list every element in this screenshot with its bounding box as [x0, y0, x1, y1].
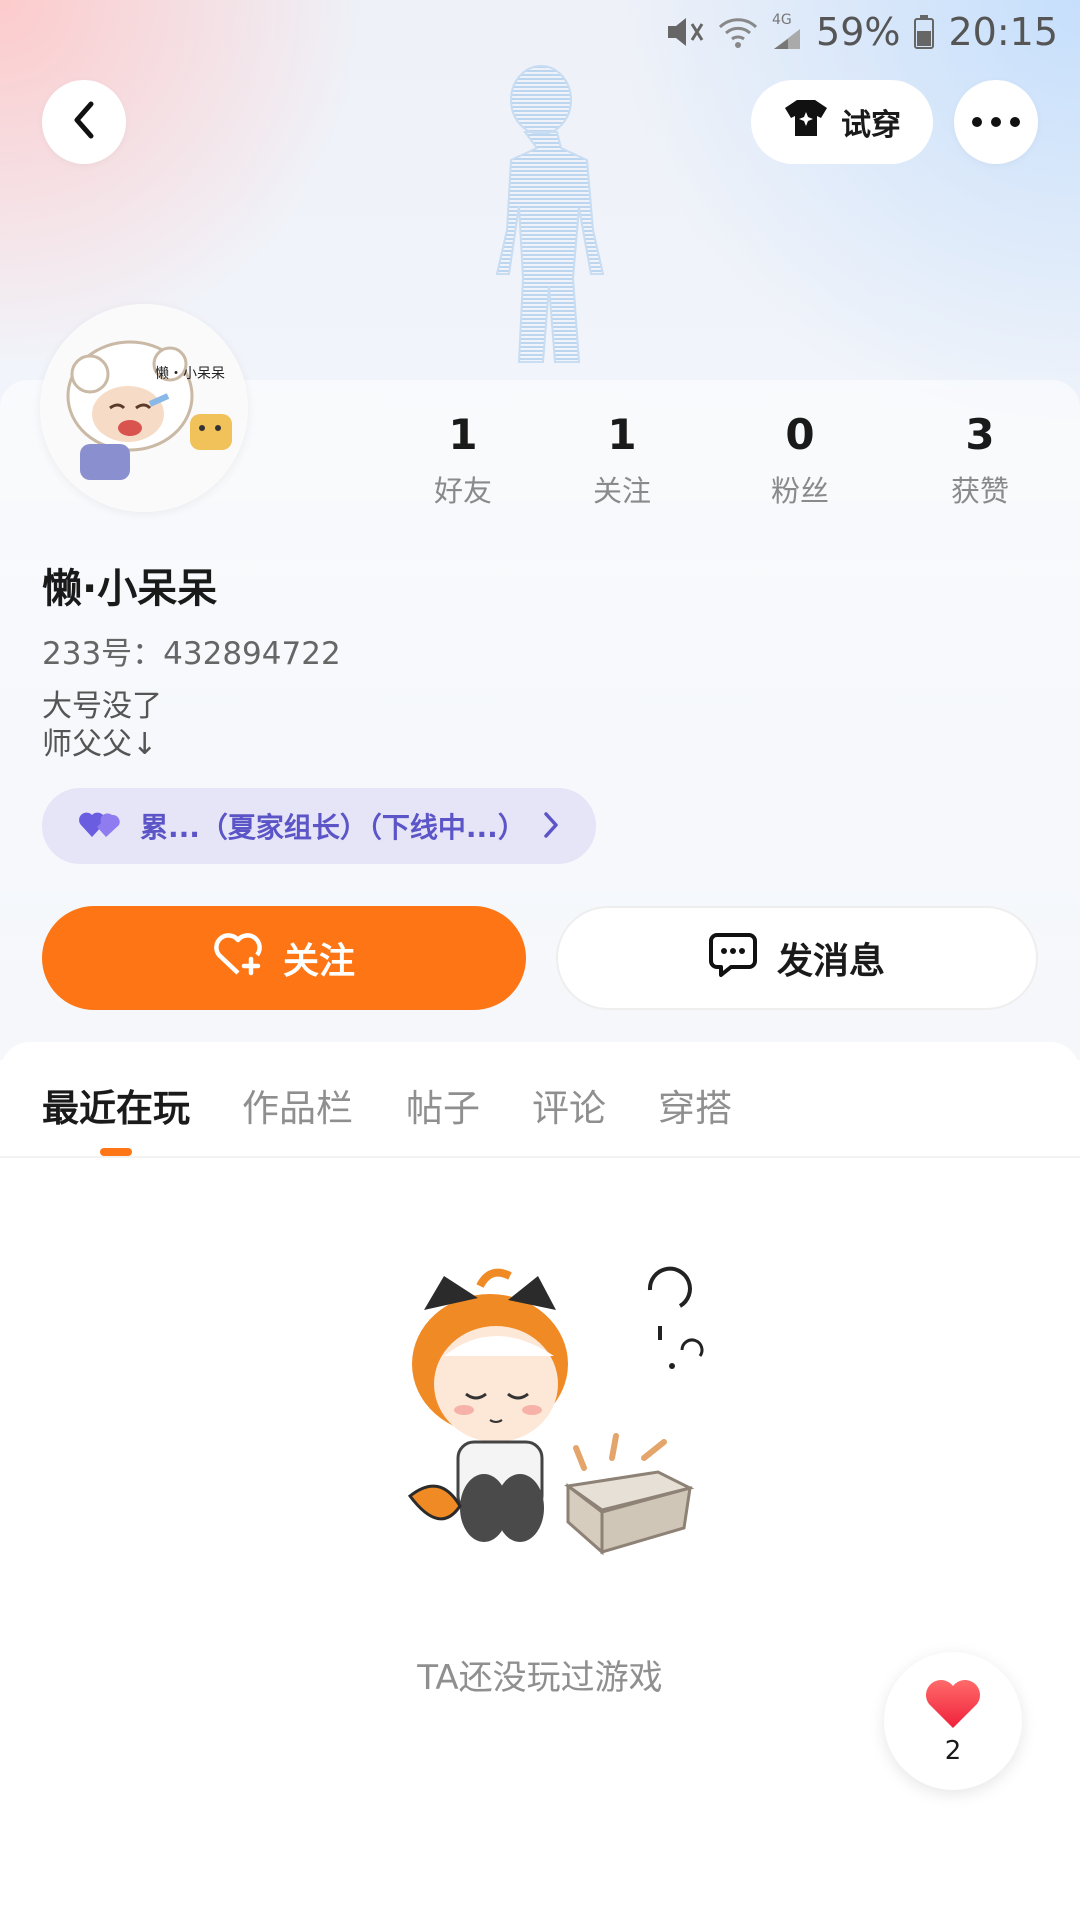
more-dots-icon [971, 113, 1021, 132]
network-type-label: 4G [772, 12, 792, 28]
heart-icon [923, 1676, 983, 1734]
avatar[interactable]: 懒・小呆呆 [40, 304, 248, 512]
stat-label: 粉丝 [770, 474, 829, 508]
tab-outfits[interactable]: 穿搭 [658, 1078, 732, 1132]
chevron-right-icon [542, 810, 560, 847]
tryon-button[interactable]: 试穿 [751, 80, 933, 164]
profile-tabs: 最近在玩 作品栏 帖子 评论 穿搭 [0, 1042, 1080, 1158]
bio-line: 师父父↓ [42, 727, 158, 762]
stat-likes[interactable]: 3 获赞 [920, 410, 1040, 510]
clock: 20:15 [948, 10, 1058, 54]
like-count: 2 [944, 1736, 962, 1766]
status-bar: 4G 59% 20:15 [664, 0, 1058, 64]
tab-works[interactable]: 作品栏 [242, 1078, 353, 1132]
stat-label: 关注 [592, 474, 651, 508]
stat-label: 好友 [433, 474, 492, 508]
stat-value: 0 [785, 410, 815, 459]
stat-value: 1 [607, 410, 637, 459]
battery-icon [914, 15, 935, 49]
stat-value: 1 [448, 410, 478, 459]
tab-recently-played[interactable]: 最近在玩 [42, 1078, 190, 1132]
chevron-left-icon [69, 100, 99, 144]
empty-state-illustration [380, 1246, 730, 1596]
like-floating-button[interactable]: 2 [884, 1652, 1022, 1790]
nickname: 懒·小呆呆 [42, 566, 218, 612]
cellular-signal-icon: 4G [772, 13, 802, 51]
relationship-chip[interactable]: 累...（夏家组长）（下线中...） [42, 788, 596, 864]
stat-fans[interactable]: 0 粉丝 [740, 410, 860, 510]
stat-value: 3 [965, 410, 995, 459]
user-id[interactable]: 233号：432894722 [42, 628, 341, 673]
send-message-button[interactable]: 发消息 [556, 906, 1038, 1010]
tshirt-sparkle-icon [783, 98, 829, 146]
double-heart-icon [78, 807, 122, 846]
stat-following[interactable]: 1 关注 [562, 410, 682, 510]
more-options-button[interactable] [954, 80, 1038, 164]
stat-friends[interactable]: 1 好友 [403, 410, 523, 510]
battery-percent: 59% [816, 10, 901, 54]
active-tab-indicator [100, 1148, 132, 1156]
tryon-label: 试穿 [841, 108, 901, 143]
bio: 大号没了 师父父↓ [42, 688, 162, 764]
back-button[interactable] [42, 80, 126, 164]
relationship-text: 累...（夏家组长）（下线中...） [140, 811, 526, 844]
stat-label: 获赞 [950, 474, 1009, 508]
mute-icon [664, 14, 704, 50]
tab-posts[interactable]: 帖子 [406, 1078, 480, 1132]
chat-bubble-icon [708, 931, 757, 986]
follow-label: 关注 [282, 941, 355, 982]
tab-comments[interactable]: 评论 [532, 1078, 606, 1132]
follow-button[interactable]: 关注 [42, 906, 526, 1010]
message-label: 发消息 [776, 941, 885, 982]
heart-plus-icon [213, 931, 263, 986]
avatar-3d-hologram [455, 62, 625, 372]
bio-line: 大号没了 [42, 689, 162, 724]
avatar-caption: 懒・小呆呆 [155, 366, 225, 382]
wifi-icon [718, 15, 758, 49]
